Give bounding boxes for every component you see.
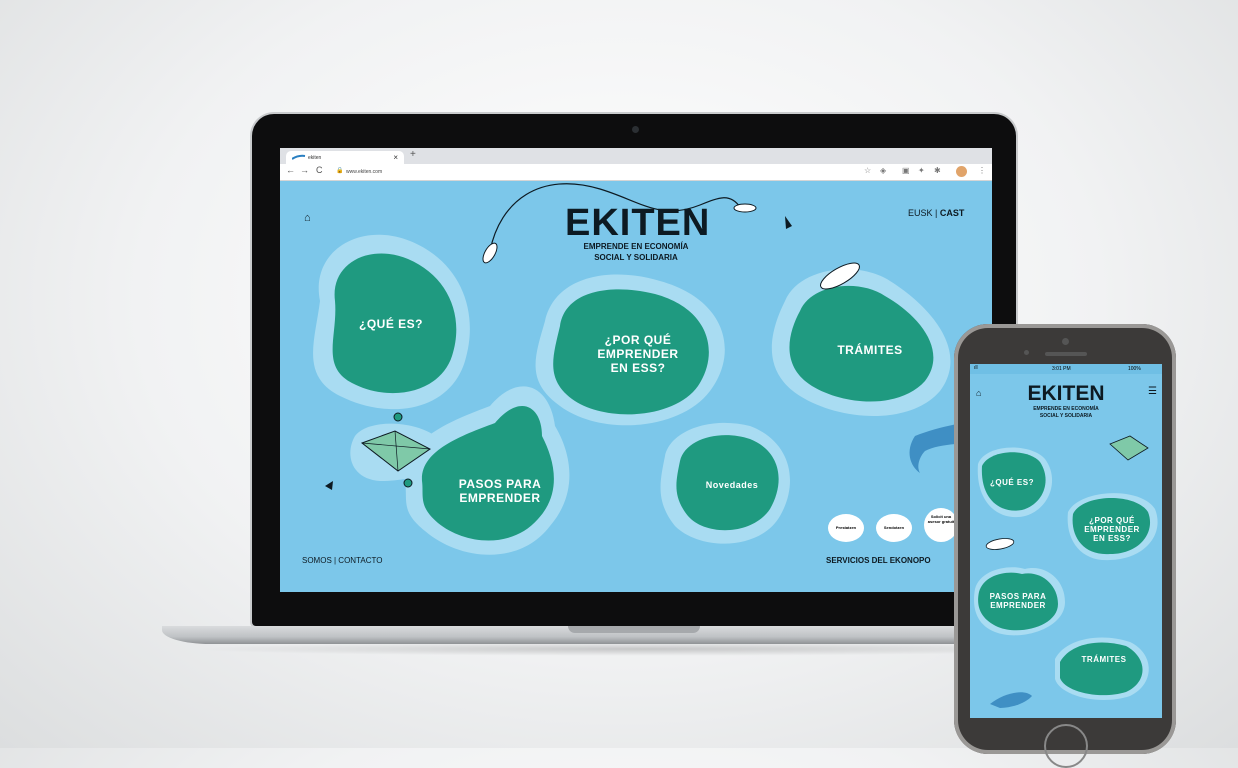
phone-home-button[interactable] bbox=[1044, 724, 1088, 768]
phone-island-que-es[interactable]: ¿QUÉ ES? bbox=[982, 478, 1042, 487]
phone-sea-map bbox=[974, 435, 1158, 708]
status-battery: 100% bbox=[1128, 366, 1141, 372]
laptop-camera bbox=[632, 126, 639, 133]
laptop-screen: ekiten × + ← → C 🔒 www.ekiten.com ☆ ◈ ▣ … bbox=[280, 148, 992, 592]
phone-island-pasos-line1: PASOS PARA bbox=[989, 592, 1047, 601]
lang-separator: | bbox=[935, 208, 938, 218]
phone-site-logo[interactable]: EKITEN bbox=[1016, 382, 1116, 406]
footer-somos-contacto[interactable]: SOMOS | CONTACTO bbox=[302, 556, 382, 565]
more-menu-icon[interactable]: ⋮ bbox=[978, 166, 986, 175]
phone-island-por-que[interactable]: ¿POR QUÉ EMPRENDER EN ESS? bbox=[1073, 516, 1151, 544]
phone-status-bar: ıll 3:01 PM 100% bbox=[970, 364, 1162, 374]
phone-island-por-que-line2: EMPRENDER bbox=[1084, 525, 1140, 535]
favicon-icon bbox=[292, 154, 306, 160]
tab-title: ekiten bbox=[308, 155, 322, 161]
site-logo[interactable]: EKITEN bbox=[565, 202, 709, 245]
phone-island-tramites[interactable]: TRÁMITES bbox=[1066, 655, 1142, 664]
phone-screen: ıll 3:01 PM 100% ⌂ ☰ EKITEN EMPRENDE EN … bbox=[970, 364, 1162, 718]
lock-icon: 🔒 bbox=[336, 168, 344, 174]
service-button-prestatzen[interactable]: Prestatzen bbox=[828, 514, 864, 542]
island-que-es[interactable]: ¿QUÉ ES? bbox=[336, 317, 446, 332]
island-novedades[interactable]: Novedades bbox=[682, 480, 782, 490]
phone-home-icon[interactable]: ⌂ bbox=[976, 388, 981, 398]
phone-island-pasos-line2: EMPRENDER bbox=[990, 601, 1046, 611]
phone-camera bbox=[1062, 338, 1069, 345]
forward-icon[interactable]: → bbox=[300, 165, 309, 175]
island-por-que-line3: EN ESS? bbox=[610, 360, 666, 375]
phone-tagline-line1: EMPRENDE EN ECONOMÍA bbox=[1033, 406, 1099, 412]
island-pasos[interactable]: PASOS PARA EMPRENDER bbox=[440, 477, 560, 506]
status-time: 3:01 PM bbox=[1052, 366, 1071, 372]
island-por-que-line2: EMPRENDER bbox=[597, 346, 679, 361]
phone-island-pasos[interactable]: PASOS PARA EMPRENDER bbox=[978, 592, 1058, 610]
browser-tab[interactable]: ekiten × bbox=[286, 151, 404, 164]
signal-icon: ıll bbox=[974, 365, 978, 371]
browser-tab-bar: ekiten × + bbox=[280, 148, 992, 164]
lang-eusk-link[interactable]: EUSK bbox=[908, 208, 933, 218]
cast-icon[interactable]: ▣ bbox=[902, 166, 910, 175]
tab-close-icon[interactable]: × bbox=[393, 153, 398, 162]
back-icon[interactable]: ← bbox=[286, 165, 295, 175]
service-button-asesoria[interactable]: Solicit una asesor gratuit bbox=[924, 508, 958, 542]
profile-avatar[interactable] bbox=[956, 166, 967, 177]
star-icon[interactable]: ☆ bbox=[864, 166, 871, 175]
island-por-que[interactable]: ¿POR QUÉ EMPRENDER EN ESS? bbox=[563, 333, 713, 375]
phone-tagline-line2: SOCIAL Y SOLIDARIA bbox=[1039, 413, 1093, 419]
reload-icon[interactable]: C bbox=[316, 165, 323, 175]
phone-sensor bbox=[1024, 350, 1029, 355]
island-pasos-line1: PASOS PARA bbox=[458, 477, 542, 491]
site-tagline-line1: EMPRENDE EN ECONOMÍA bbox=[583, 242, 689, 251]
phone-island-por-que-line1: ¿POR QUÉ bbox=[1089, 516, 1135, 525]
url-input[interactable]: www.ekiten.com bbox=[346, 167, 846, 177]
services-title: SERVICIOS DEL EKONOPO bbox=[826, 556, 931, 565]
home-icon[interactable]: ⌂ bbox=[304, 212, 311, 224]
lang-cast-link[interactable]: CAST bbox=[940, 208, 965, 218]
extension-icon[interactable]: ✱ bbox=[934, 166, 941, 175]
browser-address-bar: ← → C 🔒 www.ekiten.com ☆ ◈ ▣ ✦ ✱ ⋮ bbox=[280, 164, 992, 181]
island-tramites[interactable]: TRÁMITES bbox=[820, 343, 920, 358]
phone-island-por-que-line3: EN ESS? bbox=[1093, 534, 1131, 544]
puzzle-icon[interactable]: ✦ bbox=[918, 166, 925, 175]
service-button-sendotzen[interactable]: Sendotzen bbox=[876, 514, 912, 542]
hamburger-menu-icon[interactable]: ☰ bbox=[1148, 386, 1157, 397]
phone-speaker bbox=[1045, 352, 1087, 356]
island-pasos-line2: EMPRENDER bbox=[459, 490, 541, 505]
new-tab-icon[interactable]: + bbox=[410, 149, 416, 160]
island-por-que-line1: ¿POR QUÉ bbox=[604, 333, 672, 347]
language-switcher: EUSK | CAST bbox=[908, 208, 964, 218]
extension-icon[interactable]: ◈ bbox=[880, 166, 886, 175]
site-tagline-line2: SOCIAL Y SOLIDARIA bbox=[594, 253, 678, 262]
laptop-notch bbox=[568, 626, 700, 633]
